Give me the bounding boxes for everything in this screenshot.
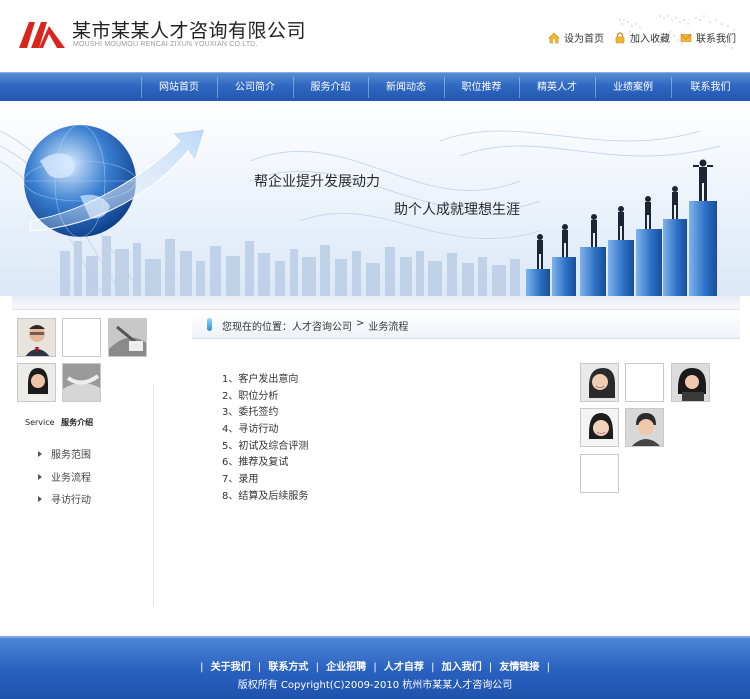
contact-us-label: 联系我们 (696, 34, 736, 45)
footer-separator: | (200, 662, 204, 673)
sidebar-item-label: 寻访行动 (51, 495, 91, 506)
photo-placeholder (625, 363, 664, 402)
nav-item-home[interactable]: 网站首页 (141, 73, 217, 102)
add-favorite-label: 加入收藏 (630, 34, 670, 45)
sidebar-item-search[interactable]: 寻访行动 (38, 491, 91, 506)
sidebar-title-en: Service (25, 418, 55, 427)
set-homepage-link[interactable]: 设为首页 (548, 30, 604, 45)
avatar (17, 318, 56, 357)
footer-links: | 关于我们 | 联系方式 | 企业招聘 | 人才自荐 | 加入我们 | 友情链… (0, 658, 750, 673)
footer-separator: | (546, 662, 550, 673)
set-homepage-label: 设为首页 (564, 34, 604, 45)
footer-link-contact[interactable]: 联系方式 (268, 662, 308, 673)
sidebar-item-label: 服务范围 (51, 450, 91, 461)
envelope-icon (680, 33, 692, 42)
breadcrumb: 您现在的位置： 人才咨询公司 > 业务流程 (192, 312, 740, 339)
photo-placeholder (580, 454, 619, 493)
list-item: 7、录用 (222, 474, 259, 486)
footer-separator: | (315, 662, 319, 673)
avatar (17, 363, 56, 402)
footer-link-self-recommend[interactable]: 人才自荐 (384, 662, 424, 673)
sidebar-title-cn: 服务介绍 (61, 418, 94, 427)
footer: | 关于我们 | 联系方式 | 企业招聘 | 人才自荐 | 加入我们 | 友情链… (0, 636, 750, 699)
top-links: 设为首页 加入收藏 联系我们 (548, 30, 736, 45)
banner-artwork (0, 124, 721, 296)
company-logo[interactable] (19, 20, 65, 48)
sidebar-item-process[interactable]: 业务流程 (38, 469, 91, 484)
triangle-right-icon (38, 450, 42, 457)
footer-separator: | (373, 662, 377, 673)
add-favorite-link[interactable]: 加入收藏 (614, 30, 670, 45)
breadcrumb-text: 您现在的位置： 人才咨询公司 > 业务流程 (222, 318, 408, 333)
sidebar-divider (153, 384, 154, 606)
breadcrumb-prefix: 您现在的位置： (222, 322, 292, 333)
banner-slogan-2: 助个人成就理想生涯 (394, 202, 520, 218)
nav-item-jobs[interactable]: 职位推荐 (444, 73, 519, 102)
footer-separator: | (431, 662, 435, 673)
sidebar-item-scope[interactable]: 服务范围 (38, 446, 91, 461)
triangle-right-icon (38, 495, 42, 502)
avatar (580, 408, 619, 447)
nav-item-about[interactable]: 公司简介 (217, 73, 293, 102)
footer-link-friends[interactable]: 友情链接 (499, 662, 539, 673)
sidebar-item-label: 业务流程 (51, 473, 91, 484)
avatar (580, 363, 619, 402)
home-icon (548, 32, 560, 43)
avatar (62, 363, 101, 402)
list-item: 3、委托签约 (222, 407, 279, 419)
company-name: 某市某某人才咨询有限公司 (72, 20, 307, 42)
location-marker-icon (207, 318, 212, 331)
contact-us-link[interactable]: 联系我们 (680, 30, 736, 45)
nav-item-news[interactable]: 新闻动态 (368, 73, 444, 102)
nav-item-services[interactable]: 服务介绍 (293, 73, 368, 102)
sidebar-title: Service 服务介绍 (25, 417, 93, 428)
footer-link-about[interactable]: 关于我们 (211, 662, 251, 673)
avatar (671, 363, 710, 402)
triangle-right-icon (38, 473, 42, 480)
breadcrumb-current: 业务流程 (368, 322, 409, 333)
photo-placeholder (62, 318, 101, 357)
footer-separator: | (488, 662, 493, 673)
nav-item-cases[interactable]: 业绩案例 (595, 73, 671, 102)
footer-separator: | (257, 662, 262, 673)
breadcrumb-home-link[interactable]: 人才咨询公司 (292, 318, 352, 333)
list-item: 4、寻访行动 (222, 424, 279, 436)
list-item: 5、初试及综合评测 (222, 440, 309, 452)
breadcrumb-separator: > (356, 318, 365, 329)
banner-bottom-strip (12, 296, 740, 310)
list-item: 1、客户发出意向 (222, 374, 299, 385)
avatar (108, 318, 147, 357)
banner-slogan-1: 帮企业提升发展动力 (254, 174, 380, 190)
lock-icon (615, 31, 625, 43)
footer-link-recruit[interactable]: 企业招聘 (326, 662, 366, 673)
nav-item-contact[interactable]: 联系我们 (671, 73, 750, 102)
header: 某市某某人才咨询有限公司 MOUSHI MOUMOU RENCAI ZIXUN … (0, 0, 750, 70)
main-nav: 网站首页 公司简介 服务介绍 新闻动态 职位推荐 精英人才 业绩案例 联系我们 (0, 72, 750, 101)
hero-banner: 帮企业提升发展动力 助个人成就理想生涯 (0, 101, 750, 296)
footer-link-join[interactable]: 加入我们 (442, 662, 482, 673)
copyright-text: 版权所有 Copyright(C)2009-2010 杭州市某某人才咨询公司 (237, 680, 513, 691)
company-name-en: MOUSHI MOUMOU RENCAI ZIXUN YOUXIAN CO.LT… (73, 41, 258, 48)
list-item: 2、职位分析 (222, 390, 279, 402)
list-item: 8、结算及后续服务 (222, 490, 309, 502)
avatar (625, 408, 664, 447)
process-steps-list: 1、客户发出意向 2、职位分析 3、委托签约 4、寻访行动 5、初试及综合评测 … (222, 372, 308, 506)
nav-item-talents[interactable]: 精英人才 (519, 73, 595, 102)
list-item: 6、推荐及复试 (222, 457, 289, 469)
